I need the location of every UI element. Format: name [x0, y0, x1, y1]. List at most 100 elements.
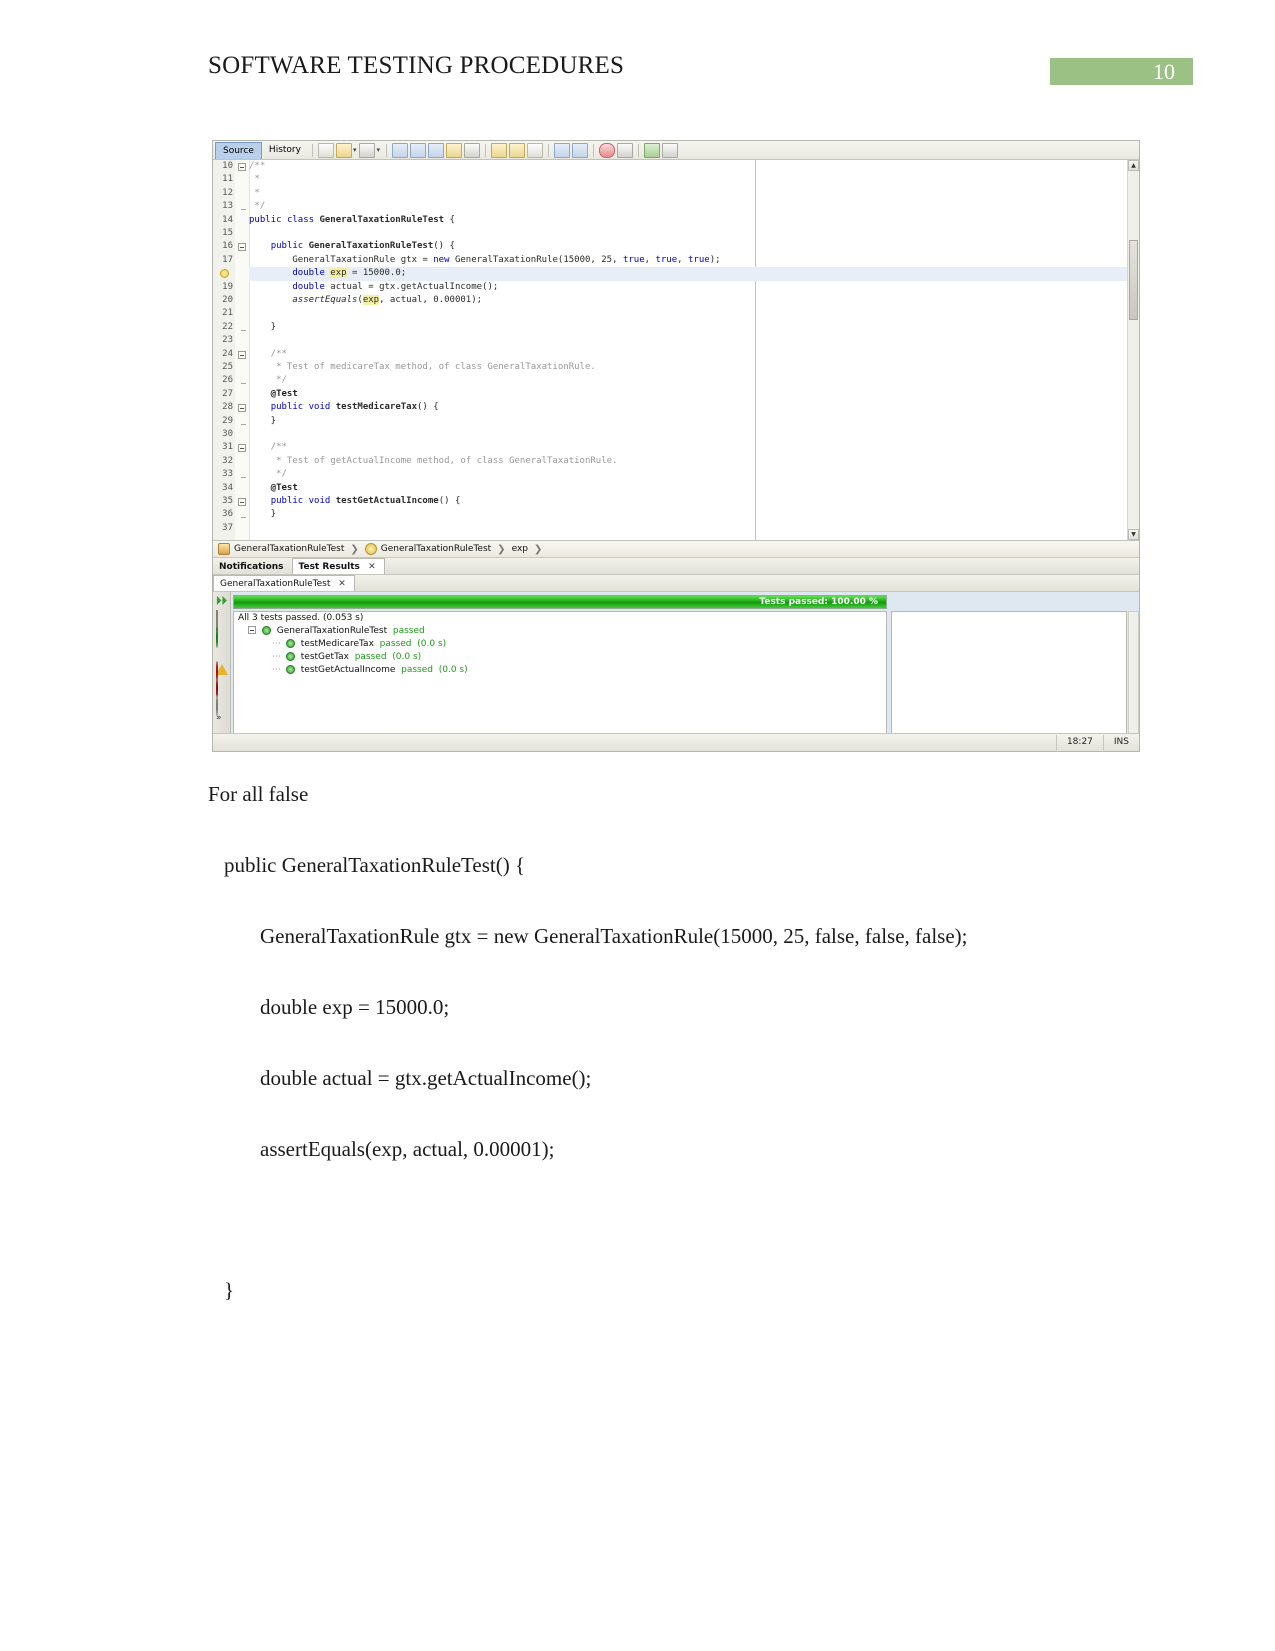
- breadcrumb-separator-2: ❯: [497, 543, 506, 555]
- line-number: 17: [222, 254, 233, 265]
- filter-warning-icon[interactable]: [216, 645, 228, 675]
- inspect-members-icon[interactable]: [643, 142, 660, 158]
- code-line: */: [249, 375, 287, 386]
- fold-toggle-icon[interactable]: [238, 163, 246, 171]
- code-line-4: double actual = gtx.getActualIncome();: [260, 1066, 592, 1090]
- test-detail-pane: [891, 611, 1127, 746]
- test-results-scrollbar[interactable]: [1128, 611, 1139, 746]
- constructor-icon: [364, 543, 377, 555]
- previous-error-icon[interactable]: [490, 142, 507, 158]
- shift-line-icon[interactable]: [526, 142, 543, 158]
- code-line: assertEquals(exp, actual, 0.00001);: [292, 295, 483, 305]
- chevron-down-icon[interactable]: ▾: [353, 146, 357, 154]
- code-line: */: [249, 469, 287, 480]
- test-tree[interactable]: All 3 tests passed. (0.053 s) GeneralTax…: [233, 611, 887, 746]
- test-time: (0.0 s): [392, 652, 422, 662]
- breadcrumb-item-class[interactable]: GeneralTaxationRuleTest: [234, 544, 344, 554]
- code-line: public void testMedicareTax() {: [270, 402, 439, 413]
- line-number: 33: [222, 469, 233, 480]
- line-number: 31: [222, 442, 233, 453]
- code-line: /**: [249, 348, 287, 359]
- code-line: */: [249, 201, 266, 212]
- diff-icon[interactable]: [335, 142, 352, 158]
- passed-icon: [261, 626, 271, 635]
- line-number: 34: [222, 482, 233, 493]
- revert-icon[interactable]: [359, 142, 376, 158]
- collapse-icon[interactable]: [248, 626, 256, 634]
- line-number: 10: [222, 161, 233, 171]
- filter-failed-icon[interactable]: [216, 678, 228, 699]
- rerun-failed-icon[interactable]: [216, 610, 228, 631]
- toggle-bookmark-icon[interactable]: [445, 142, 462, 158]
- expand-more-icon[interactable]: »: [216, 713, 228, 725]
- output-tabstrip: Notifications Test Results ✕: [213, 558, 1139, 575]
- code-line-3: double exp = 15000.0;: [260, 995, 450, 1019]
- fold-toggle-icon[interactable]: [238, 444, 246, 453]
- stop-icon[interactable]: [616, 142, 633, 158]
- shift-right-icon[interactable]: [571, 142, 588, 158]
- toolbar-separator-6: [637, 143, 639, 157]
- rectangular-selection-icon[interactable]: [463, 142, 480, 158]
- code-line-2: GeneralTaxationRule gtx = new GeneralTax…: [260, 924, 968, 948]
- test-tree-root[interactable]: GeneralTaxationRuleTest passed: [234, 625, 886, 638]
- list-item[interactable]: ⋯ testMedicareTax passed (0.0 s): [234, 638, 886, 651]
- tab-notifications[interactable]: Notifications: [213, 559, 292, 574]
- next-bookmark-icon[interactable]: [427, 142, 444, 158]
- line-number: 22: [222, 321, 233, 332]
- line-number: 32: [222, 455, 233, 466]
- line-number: 28: [222, 402, 233, 413]
- tab-source[interactable]: Source: [215, 141, 262, 159]
- fold-toggle-icon[interactable]: [238, 243, 246, 252]
- hint-bulb-icon[interactable]: [220, 269, 229, 279]
- test-status: passed: [354, 652, 387, 662]
- line-number: 27: [222, 388, 233, 399]
- test-progress-label: Tests passed: 100.00 %: [759, 597, 878, 607]
- code-editor[interactable]: 10 11 12 13 14 15 16 17 19 20 21 22 23 24 25 26 27 28 29 30…: [213, 160, 1139, 541]
- code-line: }: [249, 509, 277, 520]
- find-selection-icon[interactable]: [391, 142, 408, 158]
- test-status: passed: [379, 639, 412, 649]
- code-line: GeneralTaxationRule gtx = new GeneralTax…: [292, 254, 721, 265]
- shift-left-icon[interactable]: [553, 142, 570, 158]
- list-item[interactable]: ⋯ testGetTax passed (0.0 s): [234, 651, 886, 664]
- editor-scrollbar[interactable]: ▲ ▼: [1127, 160, 1139, 540]
- fold-end-marker: [241, 517, 246, 519]
- passed-icon: [285, 639, 295, 648]
- line-number: 36: [222, 509, 233, 520]
- fold-toggle-icon[interactable]: [238, 498, 246, 506]
- tab-history[interactable]: History: [262, 142, 308, 158]
- test-summary: All 3 tests passed. (0.053 s): [234, 612, 886, 625]
- fold-toggle-icon[interactable]: [238, 350, 246, 359]
- scroll-up-arrow[interactable]: ▲: [1128, 160, 1139, 171]
- code-line: }: [249, 321, 277, 332]
- close-icon[interactable]: ✕: [368, 562, 376, 572]
- scrollbar-thumb[interactable]: [1129, 240, 1138, 320]
- last-edit-icon[interactable]: [317, 142, 334, 158]
- filter-passed-icon[interactable]: [216, 627, 228, 648]
- code-text-area[interactable]: /** * * */ public class GeneralTaxationRu…: [249, 160, 1139, 540]
- chevron-down-icon-2[interactable]: ▾: [376, 146, 380, 154]
- filter-skipped-icon[interactable]: [216, 695, 228, 716]
- code-line: public void testGetActualIncome() {: [270, 496, 461, 506]
- list-item[interactable]: ⋯ testGetActualIncome passed (0.0 s): [234, 664, 886, 677]
- previous-bookmark-icon[interactable]: [409, 142, 426, 158]
- tab-notifications-label: Notifications: [219, 562, 284, 572]
- close-icon-2[interactable]: ✕: [338, 579, 346, 589]
- toggle-toolbar-icon[interactable]: [661, 142, 678, 158]
- tree-branch-icon: ⋯: [272, 665, 281, 675]
- next-error-icon[interactable]: [508, 142, 525, 158]
- scroll-down-arrow[interactable]: ▼: [1128, 529, 1139, 540]
- breadcrumb-item-variable[interactable]: exp: [512, 544, 528, 554]
- editor-toolbar: Source History ▾ ▾: [213, 141, 1139, 160]
- tab-test-results[interactable]: Test Results ✕: [291, 558, 385, 574]
- breadcrumb-item-constructor[interactable]: GeneralTaxationRuleTest: [381, 544, 491, 554]
- test-summary-label: All 3 tests passed. (0.053 s): [238, 613, 364, 623]
- run-again-icon[interactable]: ⏵⏵: [216, 595, 228, 607]
- code-fold-column[interactable]: [235, 160, 250, 540]
- test-result-subtabs: GeneralTaxationRuleTest ✕: [213, 575, 1139, 592]
- fold-toggle-icon[interactable]: [238, 404, 246, 413]
- toggle-breakpoint-icon[interactable]: [598, 142, 615, 158]
- subtab-generaltaxationruletest[interactable]: GeneralTaxationRuleTest ✕: [213, 575, 355, 591]
- filter-error-icon[interactable]: [216, 661, 228, 682]
